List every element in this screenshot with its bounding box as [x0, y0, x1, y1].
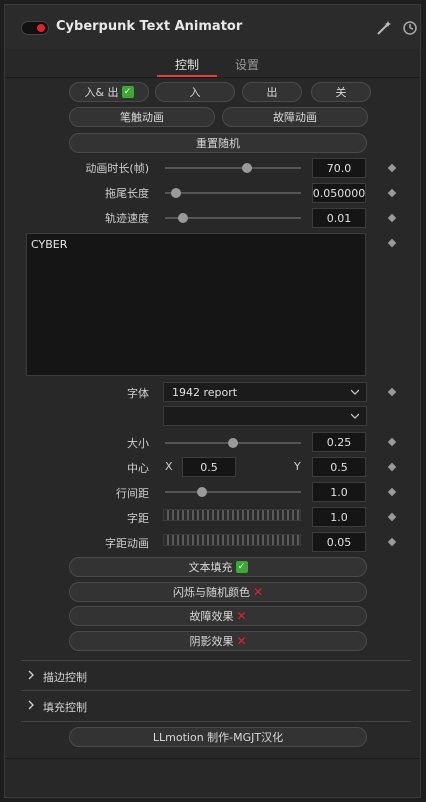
cross-icon: ✕: [236, 609, 247, 623]
duration-input[interactable]: 70.0: [312, 158, 366, 178]
section-stroke-control[interactable]: 描边控制: [21, 662, 413, 690]
slider-thumb[interactable]: [241, 163, 252, 173]
shadow-effect-button[interactable]: 阴影效果 ✕: [69, 631, 367, 651]
slider-thumb[interactable]: [177, 213, 188, 223]
glitch-effect-button[interactable]: 故障效果 ✕: [69, 606, 367, 626]
section-fill-control[interactable]: 填充控制: [21, 692, 413, 720]
panel-header: Cyberpunk Text Animator: [5, 5, 420, 49]
line-spacing-slider[interactable]: [165, 487, 301, 497]
center-label: 中心: [127, 462, 149, 475]
divider: [5, 77, 420, 78]
tool-panel: Cyberpunk Text Animator 控制 设置 入& 出 ✓ 入 出 …: [4, 4, 421, 798]
trail-slider[interactable]: [165, 188, 301, 198]
tab-control[interactable]: 控制: [175, 56, 199, 73]
section-label: 描边控制: [43, 671, 87, 684]
keyframe-diamond-icon[interactable]: [387, 213, 397, 223]
glitch-label: 故障效果: [189, 610, 234, 623]
divider: [21, 721, 411, 722]
size-input[interactable]: 0.25: [312, 432, 366, 452]
keyframe-diamond-icon[interactable]: [387, 238, 397, 248]
font-label: 字体: [127, 387, 149, 400]
font-value: 1942 report: [172, 385, 238, 399]
chevron-down-icon: [351, 413, 359, 419]
trail-label: 拖尾长度: [105, 187, 149, 200]
text-fill-button[interactable]: 文本填充 ✓: [69, 557, 367, 577]
off-button[interactable]: 关: [311, 82, 371, 102]
cross-icon: ✕: [252, 585, 264, 599]
flicker-random-color-button[interactable]: 闪烁与随机颜色 ✕: [69, 582, 367, 602]
track-speed-input[interactable]: 0.01: [312, 208, 366, 228]
divider: [5, 758, 420, 759]
line-spacing-label: 行间距: [116, 487, 149, 500]
chevron-right-icon: [28, 700, 34, 710]
text-input[interactable]: CYBER: [26, 233, 366, 376]
tab-bar: 控制 设置: [5, 49, 420, 77]
keyframe-diamond-icon[interactable]: [387, 163, 397, 173]
char-spacing-input[interactable]: 1.0: [312, 507, 366, 527]
magic-wand-icon[interactable]: [375, 19, 393, 37]
enable-toggle[interactable]: [21, 21, 49, 35]
char-spacing-label: 字距: [127, 512, 149, 525]
in-button[interactable]: 入: [155, 82, 235, 102]
toggle-dot: [37, 24, 45, 32]
duration-label: 动画时长(帧): [85, 162, 149, 175]
divider: [21, 660, 411, 661]
char-spacing-anim-label: 字距动画: [105, 537, 149, 550]
slider-thumb[interactable]: [196, 487, 207, 497]
panel-title: Cyberpunk Text Animator: [56, 19, 243, 34]
chevron-down-icon: [351, 389, 359, 395]
divider: [21, 690, 411, 691]
tab-settings[interactable]: 设置: [235, 56, 259, 73]
font-style-select[interactable]: [163, 406, 367, 426]
section-label: 填充控制: [43, 701, 87, 714]
track-speed-slider[interactable]: [165, 213, 301, 223]
glitch-animation-button[interactable]: 故障动画: [222, 107, 368, 127]
keyframe-diamond-icon[interactable]: [387, 487, 397, 497]
stroke-animation-button[interactable]: 笔触动画: [69, 107, 215, 127]
slider-thumb[interactable]: [170, 188, 181, 198]
size-slider[interactable]: [165, 438, 301, 448]
in-out-label: 入& 出: [84, 86, 119, 99]
text-fill-label: 文本填充: [188, 561, 233, 574]
line-spacing-input[interactable]: 1.0: [312, 482, 366, 502]
font-select[interactable]: 1942 report: [163, 382, 367, 402]
duration-slider[interactable]: [165, 163, 301, 173]
shadow-label: 阴影效果: [189, 635, 234, 648]
reset-history-icon[interactable]: [401, 19, 419, 37]
reset-random-button[interactable]: 重置随机: [69, 133, 367, 153]
size-label: 大小: [127, 437, 149, 450]
center-y-label: Y: [294, 460, 301, 473]
keyframe-diamond-icon[interactable]: [387, 462, 397, 472]
flicker-label: 闪烁与随机颜色: [172, 586, 250, 599]
keyframe-diamond-icon[interactable]: [387, 437, 397, 447]
slider-thumb[interactable]: [228, 438, 238, 448]
char-spacing-anim-input[interactable]: 0.05: [312, 532, 366, 552]
char-spacing-anim-slider[interactable]: [163, 534, 301, 546]
check-icon: ✓: [235, 561, 248, 573]
in-out-button[interactable]: 入& 出 ✓: [69, 82, 149, 102]
keyframe-diamond-icon[interactable]: [387, 188, 397, 198]
check-icon: ✓: [121, 86, 134, 98]
out-button[interactable]: 出: [242, 82, 302, 102]
center-y-input[interactable]: 0.5: [312, 457, 366, 477]
center-x-label: X: [165, 460, 173, 473]
trail-input[interactable]: 0.050000: [312, 183, 366, 203]
center-x-input[interactable]: 0.5: [182, 457, 236, 477]
credit-button[interactable]: LLmotion 制作-MGJT汉化: [69, 727, 367, 747]
keyframe-diamond-icon[interactable]: [387, 537, 397, 547]
keyframe-diamond-icon[interactable]: [387, 512, 397, 522]
cross-icon: ✕: [236, 634, 247, 648]
char-spacing-slider[interactable]: [163, 509, 301, 521]
keyframe-diamond-icon[interactable]: [387, 387, 397, 397]
chevron-right-icon: [28, 670, 34, 680]
track-speed-label: 轨迹速度: [105, 212, 149, 225]
